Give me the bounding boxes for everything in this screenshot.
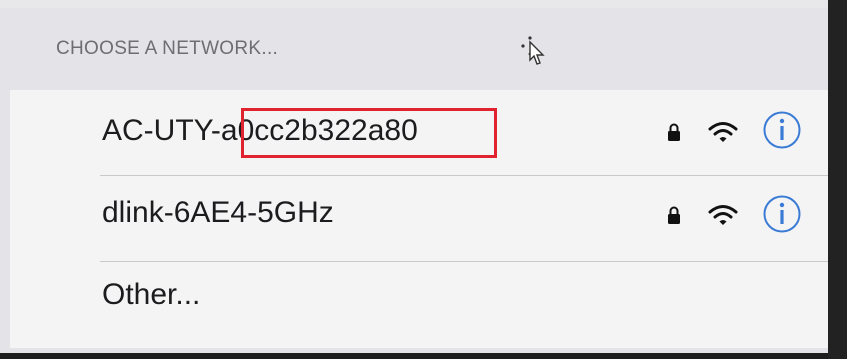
red-highlight-box [241,108,497,158]
network-row-ac-uty[interactable]: AC-UTY-a0cc2b322a80 [10,90,828,176]
screen: CHOOSE A NETWORK... AC-UTY-a0cc2b322a80 [0,8,828,353]
wifi-icon [708,205,738,225]
info-icon[interactable] [762,110,802,150]
network-row-dlink[interactable]: dlink-6AE4-5GHz [10,176,828,262]
network-row-other[interactable]: Other... [10,262,828,348]
network-name: Other... [102,278,201,311]
info-icon[interactable] [762,194,802,234]
network-list: AC-UTY-a0cc2b322a80 dlink-6AE4-5GHz Othe… [10,90,828,348]
network-name-prefix: AC-UTY- [102,114,221,147]
wifi-icon [708,122,738,142]
lock-icon [668,123,680,141]
network-name: dlink-6AE4-5GHz [102,196,334,229]
mouse-cursor-icon [521,36,545,65]
lock-icon [668,206,680,224]
right-bezel [828,0,847,359]
top-bezel [0,0,828,8]
choose-network-header: CHOOSE A NETWORK... [56,38,279,59]
